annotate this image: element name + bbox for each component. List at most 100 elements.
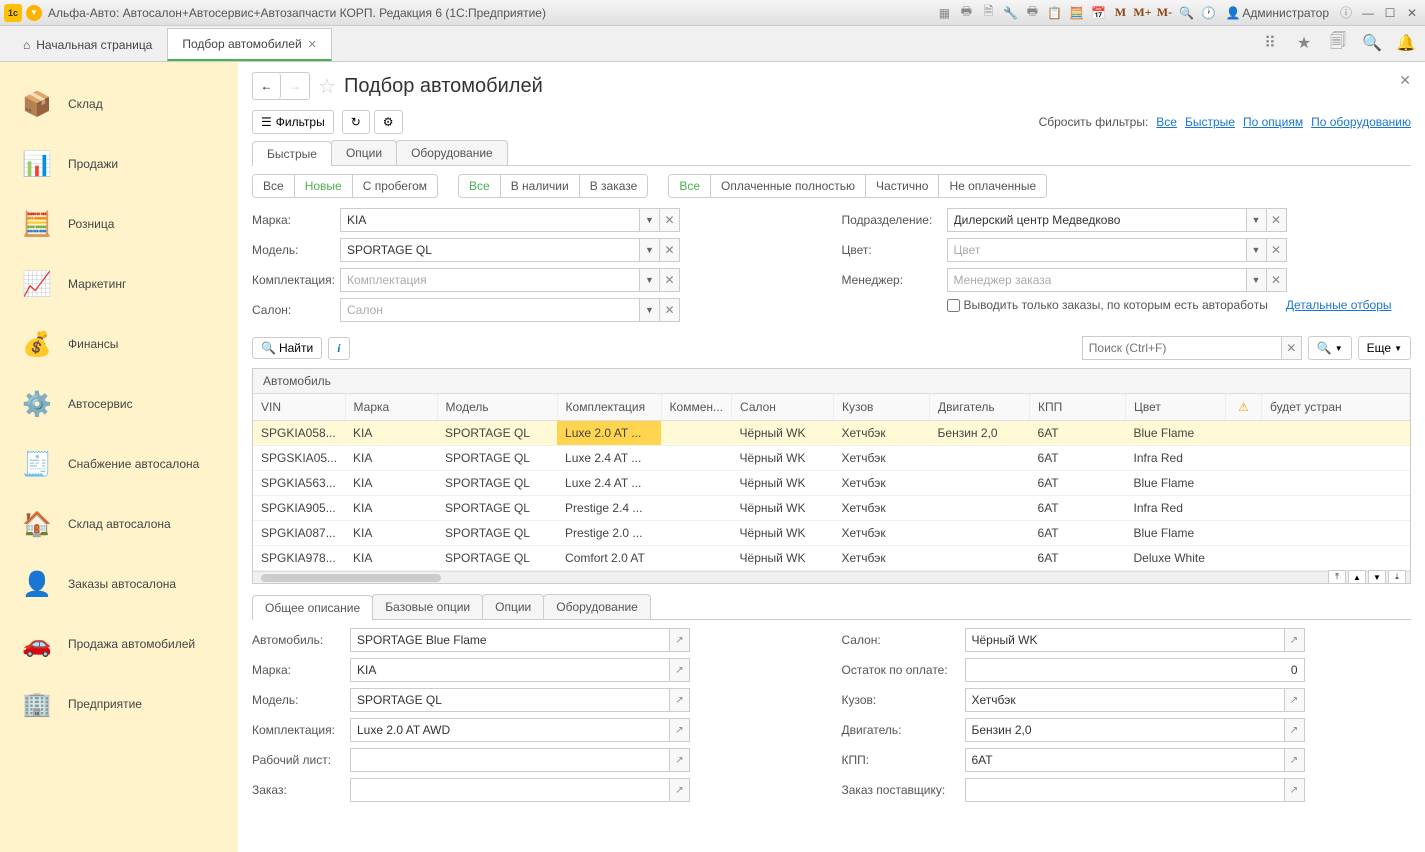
podr-clear-icon[interactable]: ✕: [1267, 208, 1287, 232]
table-scrollbar[interactable]: ⤒ ▲ ▼ ⤓: [253, 571, 1410, 583]
find-button[interactable]: 🔍 Найти: [252, 337, 322, 359]
detail-tab-base-options[interactable]: Базовые опции: [372, 594, 483, 619]
table-header-11[interactable]: будет устран: [1262, 394, 1410, 421]
titlebar-m-icon[interactable]: M: [1111, 4, 1129, 22]
window-minimize-icon[interactable]: —: [1359, 5, 1377, 21]
d-marka-input[interactable]: [350, 658, 670, 682]
table-header-0[interactable]: VIN: [253, 394, 345, 421]
user-label[interactable]: 👤 Администратор: [1225, 6, 1329, 20]
table-header-7[interactable]: Двигатель: [930, 394, 1030, 421]
app-menu-dropdown-icon[interactable]: ▼: [26, 5, 42, 21]
d-model-input[interactable]: [350, 688, 670, 712]
reset-options-link[interactable]: По опциям: [1243, 115, 1303, 129]
search-dropdown-button[interactable]: 🔍 ▼: [1308, 336, 1352, 360]
tab-close-icon[interactable]: ✕: [308, 38, 317, 51]
d-komp-open-icon[interactable]: ↗: [670, 718, 690, 742]
titlebar-info-icon[interactable]: ⓘ: [1337, 4, 1355, 22]
sidebar-item-8[interactable]: Заказы автосалона: [0, 554, 238, 614]
table-header-6[interactable]: Кузов: [834, 394, 930, 421]
d-rl-input[interactable]: [350, 748, 670, 772]
manager-input[interactable]: [947, 268, 1247, 292]
d-kpp-input[interactable]: [965, 748, 1285, 772]
titlebar-print-icon[interactable]: 🖶: [957, 4, 975, 22]
detail-tab-options[interactable]: Опции: [482, 594, 544, 619]
only-orders-checkbox-input[interactable]: [947, 299, 960, 312]
d-auto-input[interactable]: [350, 628, 670, 652]
page-favorite-icon[interactable]: ☆: [318, 74, 336, 99]
cvet-dropdown-icon[interactable]: ▼: [1247, 238, 1267, 262]
search-icon[interactable]: 🔍: [1361, 32, 1383, 54]
d-dvig-input[interactable]: [965, 718, 1285, 742]
d-kpp-open-icon[interactable]: ↗: [1285, 748, 1305, 772]
salon-dropdown-icon[interactable]: ▼: [640, 298, 660, 322]
table-header-5[interactable]: Салон: [732, 394, 834, 421]
d-zakaz-open-icon[interactable]: ↗: [670, 778, 690, 802]
bell-icon[interactable]: 🔔: [1395, 32, 1417, 54]
titlebar-tool1-icon[interactable]: 🔧: [1001, 4, 1019, 22]
table-row[interactable]: SPGKIA905...KIASPORTAGE QLPrestige 2.4 .…: [253, 496, 1410, 521]
window-maximize-icon[interactable]: ☐: [1381, 5, 1399, 21]
komp-clear-icon[interactable]: ✕: [660, 268, 680, 292]
table-header-9[interactable]: Цвет: [1126, 394, 1226, 421]
page-close-icon[interactable]: ✕: [1399, 72, 1411, 89]
info-button[interactable]: i: [328, 337, 349, 360]
marka-input[interactable]: [340, 208, 640, 232]
table-nav-up-icon[interactable]: ▲: [1348, 570, 1366, 584]
titlebar-zoom-icon[interactable]: 🔍: [1177, 4, 1195, 22]
scrollbar-thumb[interactable]: [261, 574, 441, 582]
d-model-open-icon[interactable]: ↗: [670, 688, 690, 712]
model-clear-icon[interactable]: ✕: [660, 238, 680, 262]
titlebar-grid-icon[interactable]: ▦: [935, 4, 953, 22]
d-ost-input[interactable]: [965, 658, 1305, 682]
detail-tab-general[interactable]: Общее описание: [252, 595, 373, 620]
table-nav-top-icon[interactable]: ⤒: [1328, 570, 1346, 584]
d-kuzov-input[interactable]: [965, 688, 1285, 712]
d-salon-input[interactable]: [965, 628, 1285, 652]
d-salon-open-icon[interactable]: ↗: [1285, 628, 1305, 652]
marka-dropdown-icon[interactable]: ▼: [640, 208, 660, 232]
d-zp-input[interactable]: [965, 778, 1285, 802]
search-input[interactable]: [1082, 336, 1282, 360]
refresh-button[interactable]: ↻: [342, 110, 370, 134]
marka-clear-icon[interactable]: ✕: [660, 208, 680, 232]
payment-all[interactable]: Все: [669, 175, 711, 197]
manager-clear-icon[interactable]: ✕: [1267, 268, 1287, 292]
salon-clear-icon[interactable]: ✕: [660, 298, 680, 322]
filter-tab-options[interactable]: Опции: [331, 140, 397, 165]
table-header-2[interactable]: Модель: [437, 394, 557, 421]
d-zakaz-input[interactable]: [350, 778, 670, 802]
table-nav-bottom-icon[interactable]: ⤓: [1388, 570, 1406, 584]
podr-input[interactable]: [947, 208, 1247, 232]
d-marka-open-icon[interactable]: ↗: [670, 658, 690, 682]
stock-instock[interactable]: В наличии: [501, 175, 580, 197]
table-header-1[interactable]: Марка: [345, 394, 437, 421]
payment-unpaid[interactable]: Не оплаченные: [939, 175, 1046, 197]
search-clear-icon[interactable]: ✕: [1282, 336, 1302, 360]
more-button[interactable]: Еще ▼: [1358, 336, 1411, 360]
d-kuzov-open-icon[interactable]: ↗: [1285, 688, 1305, 712]
table-row[interactable]: SPGSKIA05...KIASPORTAGE QLLuxe 2.4 AT ..…: [253, 446, 1410, 471]
d-auto-open-icon[interactable]: ↗: [670, 628, 690, 652]
only-orders-checkbox[interactable]: Выводить только заказы, по которым есть …: [947, 298, 1268, 312]
titlebar-copy-icon[interactable]: 📋: [1045, 4, 1063, 22]
podr-dropdown-icon[interactable]: ▼: [1247, 208, 1267, 232]
titlebar-mplus-icon[interactable]: M+: [1133, 4, 1151, 22]
filters-button[interactable]: ☰ Фильтры: [252, 110, 334, 134]
table-row[interactable]: SPGKIA087...KIASPORTAGE QLPrestige 2.0 .…: [253, 521, 1410, 546]
komp-dropdown-icon[interactable]: ▼: [640, 268, 660, 292]
payment-partial[interactable]: Частично: [866, 175, 939, 197]
table-row[interactable]: SPGKIA563...KIASPORTAGE QLLuxe 2.4 AT ..…: [253, 471, 1410, 496]
model-dropdown-icon[interactable]: ▼: [640, 238, 660, 262]
reset-equipment-link[interactable]: По оборудованию: [1311, 115, 1411, 129]
condition-new[interactable]: Новые: [295, 175, 353, 197]
manager-dropdown-icon[interactable]: ▼: [1247, 268, 1267, 292]
sidebar-item-10[interactable]: Предприятие: [0, 674, 238, 734]
sidebar-item-1[interactable]: Продажи: [0, 134, 238, 194]
tab-home[interactable]: ⌂ Начальная страница: [8, 29, 167, 61]
condition-all[interactable]: Все: [253, 175, 295, 197]
titlebar-tool2-icon[interactable]: 🖶: [1023, 4, 1041, 22]
sidebar-item-4[interactable]: Финансы: [0, 314, 238, 374]
settings-button[interactable]: ⚙: [374, 110, 403, 134]
table-row[interactable]: SPGKIA978...KIASPORTAGE QLComfort 2.0 AT…: [253, 546, 1410, 571]
titlebar-calc-icon[interactable]: 🧮: [1067, 4, 1085, 22]
